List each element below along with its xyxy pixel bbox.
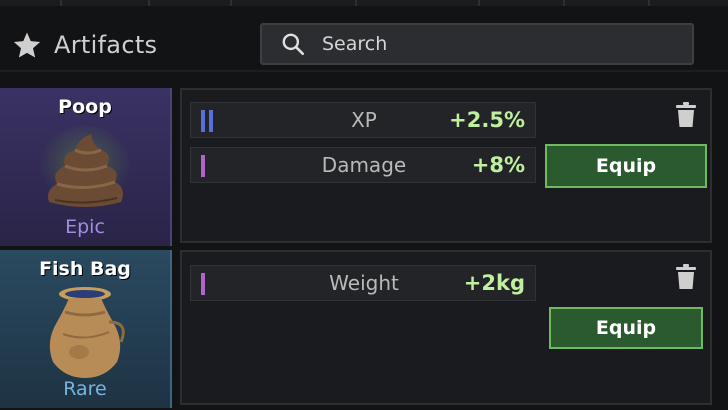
rarity-label: Epic bbox=[65, 216, 105, 238]
poop-icon bbox=[39, 126, 131, 210]
tab-separator bbox=[563, 0, 565, 6]
artifact-details-panel: Weight +2kg Equip bbox=[180, 250, 712, 405]
section-title: Artifacts bbox=[54, 31, 158, 59]
artifact-details-panel: XP +2.5% Damage +8% Equip bbox=[180, 88, 712, 243]
artifact-card[interactable]: Poop Epic bbox=[0, 88, 172, 246]
artifact-name: Fish Bag bbox=[39, 258, 131, 280]
tab-separator bbox=[230, 0, 232, 6]
tab-separator bbox=[648, 0, 650, 6]
section-header: Artifacts bbox=[12, 28, 157, 62]
equip-button[interactable]: Equip bbox=[545, 144, 707, 188]
trash-icon[interactable] bbox=[675, 264, 697, 290]
fish-bag-icon bbox=[49, 287, 125, 378]
stat-value: +8% bbox=[471, 153, 525, 177]
star-icon bbox=[13, 32, 41, 58]
header-divider bbox=[0, 70, 728, 72]
tab-separator bbox=[355, 0, 357, 6]
stat-row-weight: Weight +2kg bbox=[190, 265, 536, 301]
tab-separator bbox=[148, 0, 150, 6]
trash-icon[interactable] bbox=[675, 102, 697, 128]
stat-value: +2kg bbox=[463, 271, 525, 295]
artifact-card[interactable]: Fish Bag Rare bbox=[0, 250, 172, 408]
stat-row-xp: XP +2.5% bbox=[190, 102, 536, 138]
search-input[interactable] bbox=[320, 32, 654, 56]
search-icon bbox=[282, 33, 305, 56]
stat-row-damage: Damage +8% bbox=[190, 147, 536, 183]
stat-value: +2.5% bbox=[449, 108, 525, 132]
top-tab-strip bbox=[0, 0, 728, 6]
tab-separator bbox=[478, 0, 480, 6]
equip-button[interactable]: Equip bbox=[549, 307, 703, 349]
rarity-label: Rare bbox=[63, 378, 107, 400]
artifact-name: Poop bbox=[58, 96, 112, 118]
tab-separator bbox=[60, 0, 62, 6]
search-bar[interactable] bbox=[260, 23, 694, 65]
